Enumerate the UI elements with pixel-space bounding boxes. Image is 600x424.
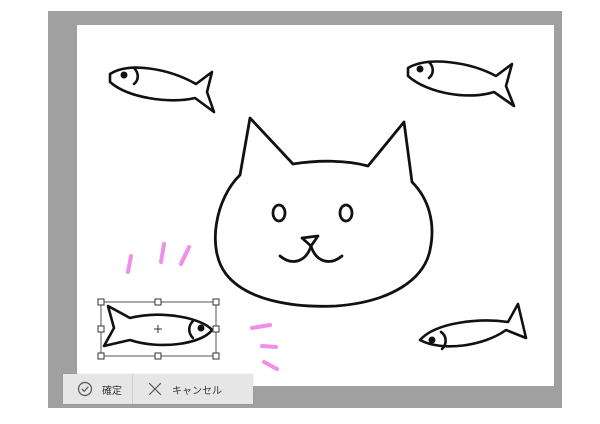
cat-drawing [213, 116, 434, 308]
cancel-button[interactable]: キャンセル [132, 374, 232, 404]
cancel-label: キャンセル [172, 385, 222, 397]
handle-bottom-center[interactable] [154, 352, 162, 360]
handle-middle-right[interactable] [212, 325, 220, 333]
confirm-button[interactable]: 確定 [63, 374, 132, 404]
handle-top-left[interactable] [97, 298, 105, 306]
transform-toolbar: 確定 キャンセル [63, 374, 253, 404]
check-circle-icon [77, 381, 93, 397]
fish-drawing-top-left [108, 66, 216, 114]
fish-drawing-top-right [406, 60, 516, 108]
fish-drawing-bottom-right [418, 302, 528, 351]
confirm-label: 確定 [102, 385, 122, 397]
handle-top-right[interactable] [212, 298, 220, 306]
close-icon [148, 382, 162, 396]
handle-top-center[interactable] [154, 298, 162, 306]
handle-middle-left[interactable] [97, 325, 105, 333]
drawing-layer [97, 60, 528, 371]
handle-bottom-left[interactable] [97, 352, 105, 360]
handle-bottom-right[interactable] [212, 352, 220, 360]
